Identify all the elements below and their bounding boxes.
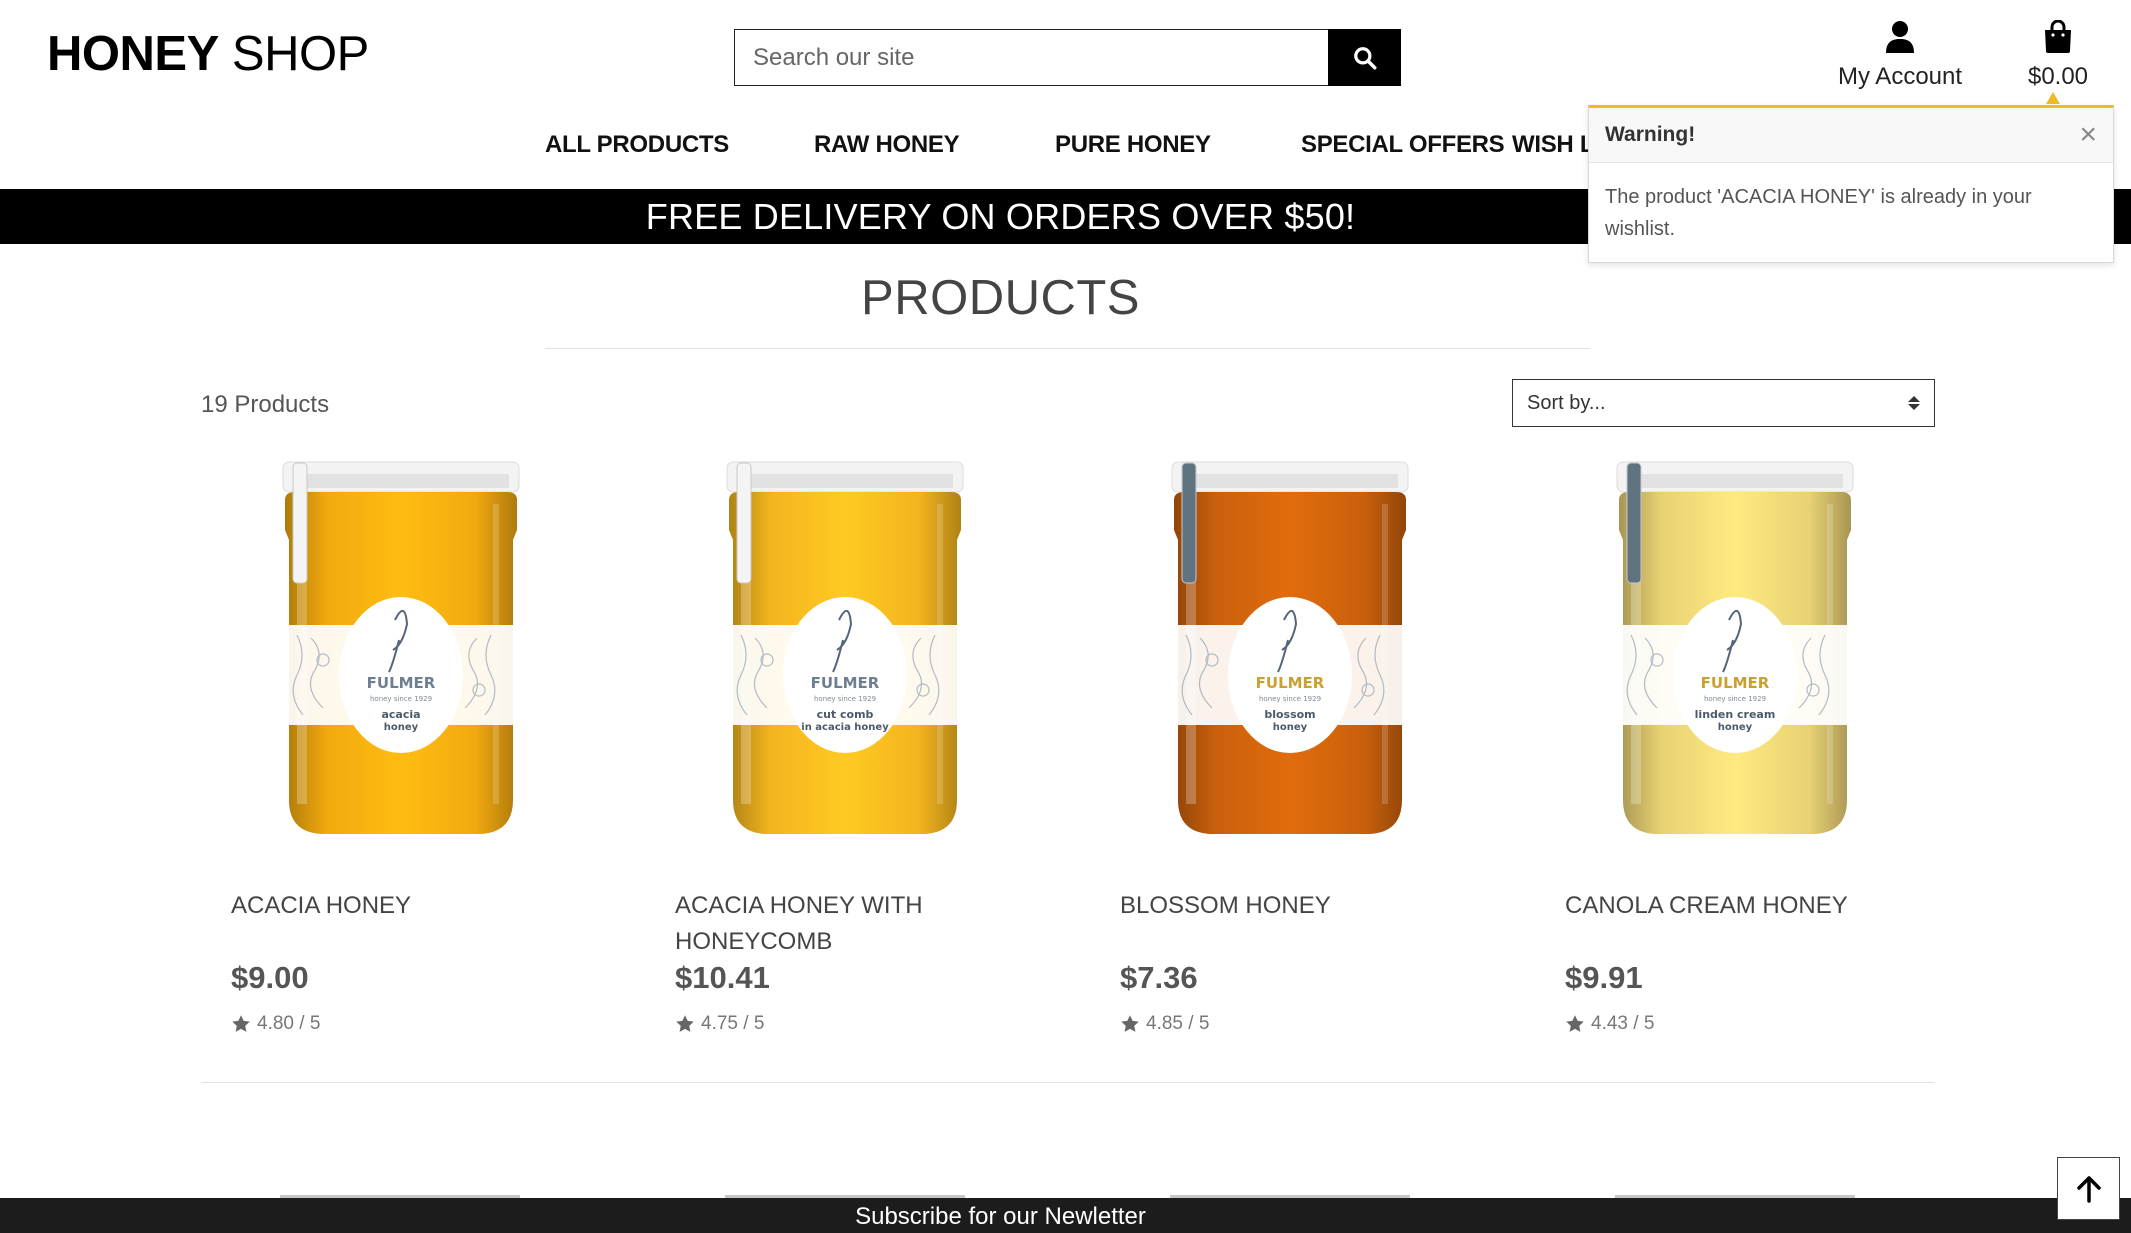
svg-text:linden cream: linden cream: [1695, 708, 1776, 721]
title-divider: [545, 348, 1590, 349]
product-image[interactable]: FULMER honey since 1929 blossom honey: [1090, 460, 1490, 850]
search-button[interactable]: [1328, 29, 1401, 86]
svg-text:FULMER: FULMER: [811, 674, 880, 692]
user-icon: [1886, 21, 1914, 53]
star-icon: [232, 1015, 250, 1032]
logo-strong: HONEY: [47, 27, 219, 81]
product-name[interactable]: BLOSSOM HONEY: [1120, 888, 1450, 924]
rating-value: 4.75 / 5: [701, 1013, 765, 1034]
rating-value: 4.43 / 5: [1591, 1013, 1655, 1034]
product-image[interactable]: FULMER honey since 1929 cut comb in acac…: [645, 460, 1045, 850]
search-form: [734, 29, 1401, 86]
product-rating: 4.75 / 5: [675, 1013, 764, 1035]
warning-toast: Warning! × The product 'ACACIA HONEY' is…: [1588, 105, 2114, 263]
my-account-button[interactable]: My Account: [1832, 20, 1968, 91]
product-count: 19 Products: [201, 391, 330, 418]
svg-text:honey since 1929: honey since 1929: [1259, 695, 1321, 703]
product-image[interactable]: FULMER honey since 1929 acacia honey: [201, 460, 601, 850]
nav-special-offers[interactable]: SPECIAL OFFERS: [1301, 131, 1505, 159]
svg-text:honey: honey: [1718, 722, 1753, 733]
product-rating: 4.43 / 5: [1565, 1013, 1654, 1035]
svg-text:FULMER: FULMER: [367, 674, 436, 692]
logo-light: SHOP: [231, 27, 369, 81]
svg-text:honey: honey: [384, 722, 419, 733]
rating-value: 4.85 / 5: [1146, 1013, 1210, 1034]
site-logo[interactable]: HONEY SHOP: [47, 30, 369, 79]
product-price: $10.41: [675, 960, 770, 995]
subscribe-bar: Subscribe for our Newletter: [0, 1198, 2131, 1233]
sort-select-value: Sort by...: [1527, 391, 1606, 414]
bag-total: $0.00: [2027, 63, 2089, 90]
nav-all-products[interactable]: ALL PRODUCTS: [545, 131, 729, 159]
rating-value: 4.80 / 5: [257, 1013, 321, 1034]
page-title-text: PRODUCTS: [861, 271, 1140, 325]
main-nav: ALL PRODUCTS RAW HONEY PURE HONEY SPECIA…: [0, 131, 1600, 163]
toast-pointer: [2046, 92, 2060, 104]
product-rating: 4.80 / 5: [231, 1013, 320, 1035]
svg-text:acacia: acacia: [381, 708, 420, 721]
product-card: FULMER honey since 1929 acacia honey ACA…: [201, 460, 601, 1034]
close-icon[interactable]: ×: [2079, 120, 2097, 150]
subscribe-text: Subscribe for our Newletter: [855, 1203, 1146, 1230]
product-price: $9.00: [231, 960, 309, 995]
nav-raw-honey[interactable]: RAW HONEY: [814, 131, 960, 159]
banner-text: FREE DELIVERY ON ORDERS OVER $50!: [645, 196, 1356, 237]
svg-text:honey: honey: [1273, 722, 1308, 733]
page-title: PRODUCTS: [0, 270, 2131, 326]
product-name[interactable]: CANOLA CREAM HONEY: [1565, 888, 1895, 924]
grid-divider: [201, 1082, 1935, 1083]
toast-message: The product 'ACACIA HONEY' is already in…: [1605, 186, 2032, 240]
star-icon: [676, 1015, 694, 1032]
arrow-up-icon: [2076, 1175, 2101, 1203]
svg-text:FULMER: FULMER: [1256, 674, 1325, 692]
account-label: My Account: [1837, 63, 1963, 90]
svg-text:honey since 1929: honey since 1929: [814, 695, 876, 703]
svg-text:in acacia honey: in acacia honey: [801, 722, 889, 733]
star-icon: [1121, 1015, 1139, 1032]
toast-header: Warning! ×: [1589, 108, 2113, 163]
product-price: $7.36: [1120, 960, 1198, 995]
product-name[interactable]: ACACIA HONEY: [231, 888, 561, 924]
product-card: FULMER honey since 1929 blossom honey BL…: [1090, 460, 1490, 1034]
product-image[interactable]: FULMER honey since 1929 linden cream hon…: [1535, 460, 1935, 850]
back-to-top-button[interactable]: [2057, 1157, 2120, 1220]
search-input[interactable]: [734, 29, 1328, 86]
product-rating: 4.85 / 5: [1120, 1013, 1209, 1035]
search-icon: [1353, 46, 1376, 69]
select-arrows-icon: [1908, 396, 1920, 410]
sort-select[interactable]: Sort by...: [1512, 379, 1935, 427]
svg-text:cut comb: cut comb: [817, 708, 874, 721]
product-card: FULMER honey since 1929 linden cream hon…: [1535, 460, 1935, 1034]
shopping-bag-button[interactable]: $0.00: [2020, 19, 2096, 91]
product-name[interactable]: ACACIA HONEY WITH HONEYCOMB: [675, 888, 1005, 960]
svg-text:honey since 1929: honey since 1929: [1704, 695, 1766, 703]
shopping-bag-icon: [2045, 19, 2071, 53]
svg-text:FULMER: FULMER: [1701, 674, 1770, 692]
product-card: FULMER honey since 1929 cut comb in acac…: [645, 460, 1045, 1034]
nav-pure-honey[interactable]: PURE HONEY: [1055, 131, 1211, 159]
svg-text:blossom: blossom: [1264, 708, 1315, 721]
product-price: $9.91: [1565, 960, 1643, 995]
nav-wishlist[interactable]: WISH L: [1512, 131, 1595, 159]
toast-title: Warning!: [1605, 123, 1696, 146]
star-icon: [1566, 1015, 1584, 1032]
svg-text:honey since 1929: honey since 1929: [370, 695, 432, 703]
